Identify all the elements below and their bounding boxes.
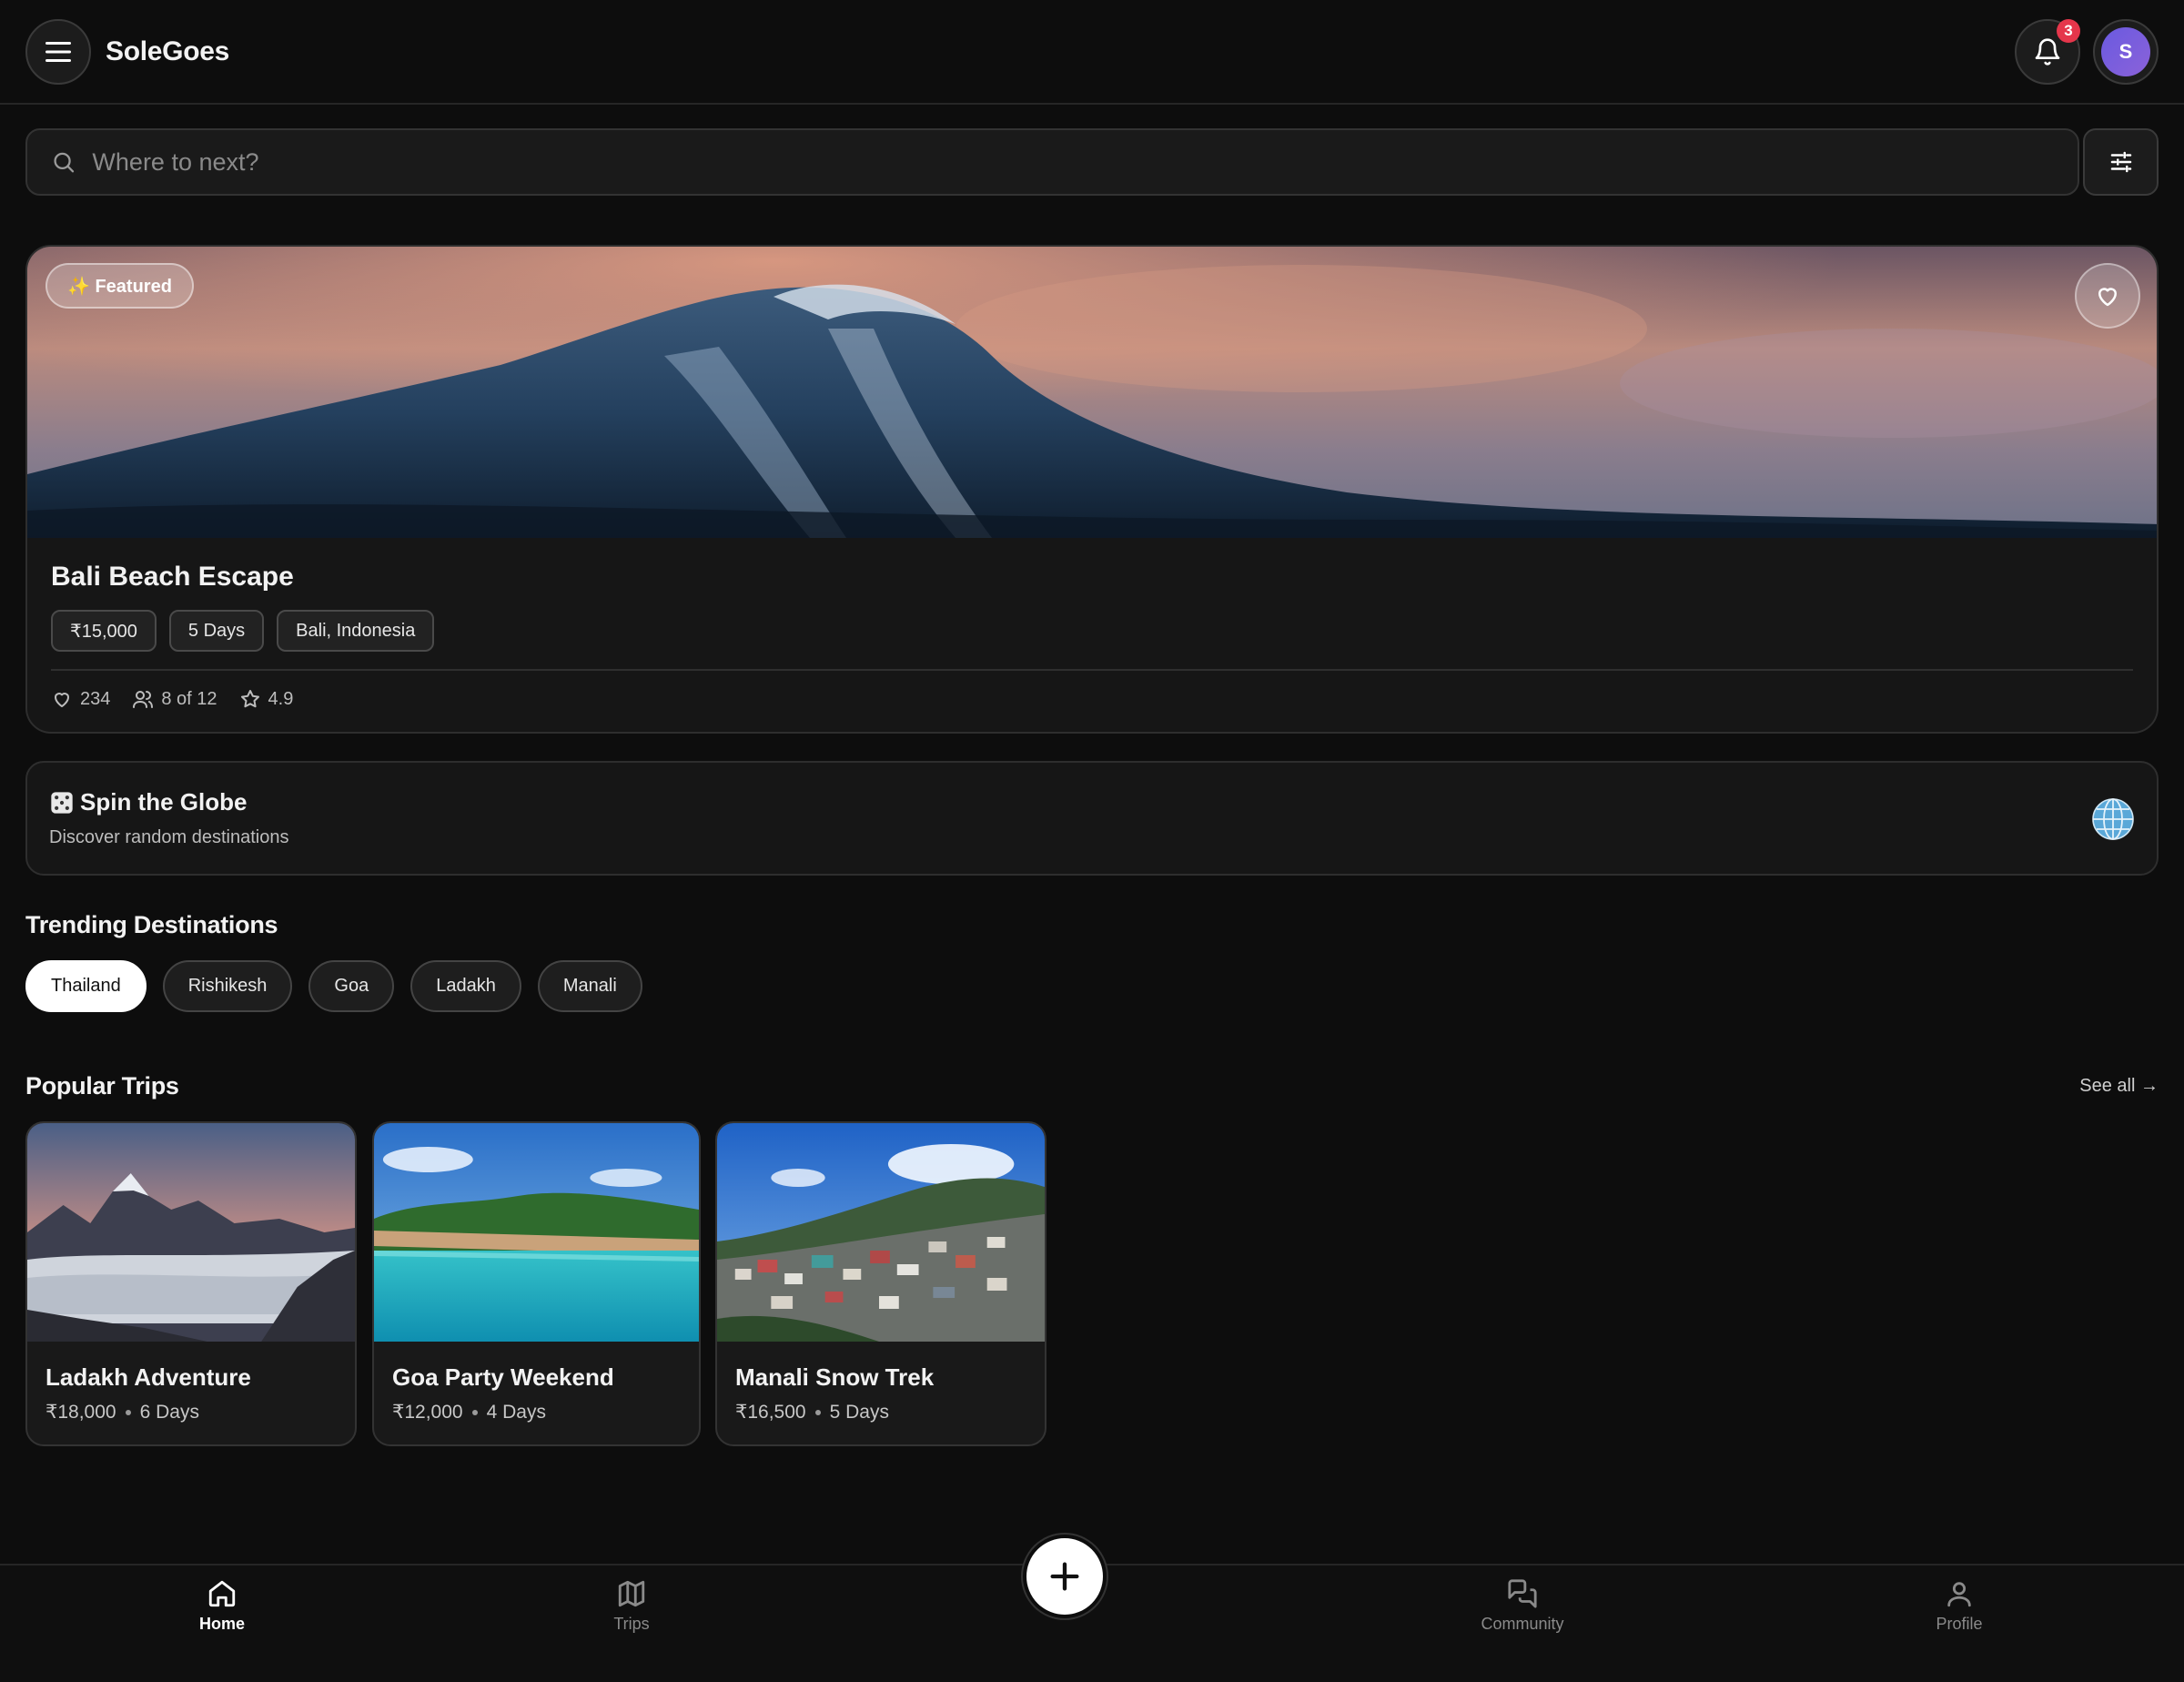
popular-title: Popular Trips (25, 1072, 179, 1099)
featured-image (27, 247, 2157, 538)
trip-image (374, 1123, 699, 1342)
featured-stats: 234 8 of 12 4.9 (51, 688, 293, 710)
trip-card-manali[interactable]: Manali Snow Trek ₹16,500 5 Days (715, 1121, 1046, 1446)
trip-duration: 4 Days (486, 1401, 546, 1423)
spin-title: Spin the Globe (49, 788, 247, 816)
trip-card-ladakh[interactable]: Ladakh Adventure ₹18,000 6 Days (25, 1121, 357, 1446)
trip-card-goa[interactable]: Goa Party Weekend ₹12,000 4 Days (372, 1121, 701, 1446)
chat-icon (1508, 1579, 1537, 1608)
participants-count: 8 of 12 (161, 688, 217, 709)
filter-button[interactable] (2083, 128, 2159, 196)
globe-icon (2092, 798, 2134, 840)
notifications-button[interactable]: 3 (2015, 18, 2080, 85)
spin-the-globe-card[interactable]: Spin the Globe Discover random destinati… (25, 761, 2159, 876)
see-all-link[interactable]: See all → (2079, 1076, 2159, 1097)
avatar-button[interactable]: S (2093, 18, 2159, 85)
notification-badge: 3 (2057, 18, 2080, 43)
featured-title: Bali Beach Escape (51, 562, 294, 592)
rating-value: 4.9 (268, 688, 294, 709)
pill-rishikesh[interactable]: Rishikesh (162, 960, 293, 1012)
separator-dot (814, 1409, 821, 1415)
featured-badge: ✨ Featured (46, 263, 194, 309)
location-tag: Bali, Indonesia (277, 610, 435, 652)
hamburger-icon (46, 41, 71, 62)
pill-goa[interactable]: Goa (308, 960, 395, 1012)
nav-profile-label: Profile (1936, 1615, 1983, 1633)
trip-price: ₹18,000 (46, 1402, 116, 1423)
trip-title: Manali Snow Trek (735, 1363, 935, 1391)
heart-icon (55, 693, 69, 707)
trip-meta: ₹16,500 5 Days (735, 1401, 889, 1424)
nav-profile[interactable]: Profile (1886, 1578, 2032, 1634)
trip-price: ₹12,000 (392, 1402, 463, 1423)
trip-meta: ₹12,000 4 Days (392, 1401, 546, 1424)
search-icon (54, 152, 75, 173)
create-trip-button[interactable] (1023, 1535, 1107, 1618)
nav-community[interactable]: Community (1450, 1578, 1595, 1634)
home-icon (208, 1580, 236, 1607)
dice-icon (51, 791, 73, 814)
nav-home[interactable]: Home (149, 1578, 295, 1634)
nav-home-label: Home (198, 1615, 245, 1633)
featured-trip-card[interactable]: ✨ Featured Bali Beach Escape ₹15,000 5 D… (25, 245, 2159, 734)
trip-duration: 5 Days (829, 1401, 889, 1423)
trip-image (717, 1123, 1045, 1342)
trip-meta: ₹18,000 6 Days (46, 1401, 199, 1424)
likes-stat: 234 (51, 688, 110, 710)
separator-dot (125, 1409, 131, 1415)
nav-trips[interactable]: Trips (559, 1578, 704, 1634)
price-tag: ₹15,000 (51, 610, 157, 652)
trip-price: ₹16,500 (735, 1402, 806, 1423)
heart-icon (2098, 288, 2117, 307)
divider (51, 669, 2133, 671)
pill-thailand[interactable]: Thailand (25, 960, 147, 1012)
nav-trips-label: Trips (613, 1615, 650, 1633)
app-title: SoleGoes (106, 35, 229, 66)
pill-ladakh[interactable]: Ladakh (410, 960, 521, 1012)
search-input[interactable] (92, 147, 2054, 177)
pill-manali[interactable]: Manali (537, 960, 642, 1012)
map-icon (618, 1580, 645, 1607)
bell-icon (2035, 37, 2060, 66)
menu-button[interactable] (25, 18, 91, 85)
trip-title: Ladakh Adventure (46, 1363, 251, 1391)
star-icon (240, 690, 259, 708)
spin-title-text: Spin the Globe (80, 788, 248, 816)
users-icon (133, 691, 154, 708)
nav-community-label: Community (1481, 1615, 1564, 1633)
duration-tag: 5 Days (168, 610, 265, 652)
app-header: SoleGoes 3 S (0, 0, 2184, 105)
trip-title: Goa Party Weekend (392, 1363, 614, 1391)
favorite-button[interactable] (2075, 263, 2140, 329)
separator-dot (471, 1409, 478, 1415)
plus-icon (1050, 1562, 1079, 1591)
trip-duration: 6 Days (139, 1401, 199, 1423)
avatar: S (2101, 26, 2150, 76)
user-icon (1947, 1582, 1971, 1607)
spin-subtitle: Discover random destinations (49, 827, 289, 847)
likes-count: 234 (80, 688, 111, 709)
trending-title: Trending Destinations (25, 911, 278, 938)
rating-stat: 4.9 (239, 688, 294, 710)
participants-stat: 8 of 12 (132, 688, 217, 710)
featured-tags: ₹15,000 5 Days Bali, Indonesia (51, 610, 435, 652)
search-bar (25, 128, 2079, 196)
sliders-icon (2110, 151, 2131, 173)
trending-pills: Thailand Rishikesh Goa Ladakh Manali (25, 960, 642, 1012)
trip-image (27, 1123, 355, 1342)
